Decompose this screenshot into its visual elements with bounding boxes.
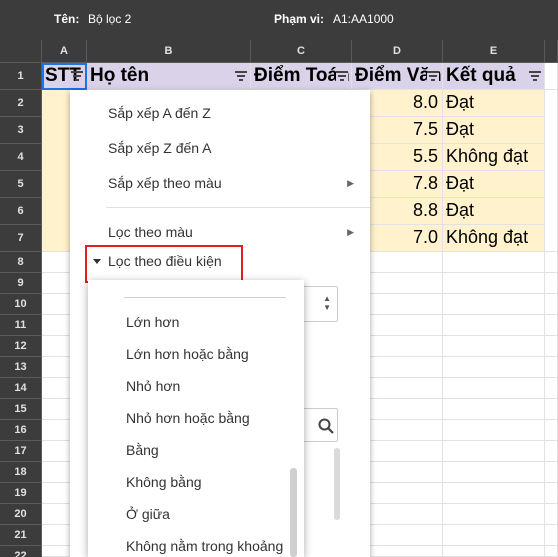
column-f-data[interactable]: [545, 90, 558, 252]
active-cell-selection: [42, 63, 87, 90]
column-header-e[interactable]: E: [443, 40, 545, 63]
filter-icon[interactable]: [427, 70, 439, 82]
row-header-1[interactable]: 1: [0, 63, 42, 90]
row-header-17[interactable]: 17: [0, 441, 42, 462]
condition-equal[interactable]: Bằng: [126, 442, 159, 458]
menu-separator: [106, 207, 370, 208]
condition-greater-equal[interactable]: Lớn hơn hoặc bằng: [126, 346, 249, 362]
row-header-6[interactable]: 6: [0, 198, 42, 225]
row-header-20[interactable]: 20: [0, 504, 42, 525]
cell-e2[interactable]: Đạt: [443, 90, 545, 117]
row-header-7[interactable]: 7: [0, 225, 42, 252]
cell-f1[interactable]: [545, 63, 558, 90]
row-header-12[interactable]: 12: [0, 336, 42, 357]
menu-sort-a-z[interactable]: Sắp xếp A đến Z: [108, 105, 211, 121]
column-header-d[interactable]: D: [352, 40, 443, 63]
filter-icon[interactable]: [336, 70, 348, 82]
scrollbar[interactable]: [334, 448, 340, 520]
row-header-18[interactable]: 18: [0, 462, 42, 483]
condition-less-equal[interactable]: Nhỏ hơn hoặc bằng: [126, 410, 250, 426]
search-icon: [318, 418, 334, 434]
header-ho-ten-text: Họ tên: [90, 65, 149, 86]
filter-icon[interactable]: [529, 70, 541, 82]
row-header-14[interactable]: 14: [0, 378, 42, 399]
row-header-16[interactable]: 16: [0, 420, 42, 441]
cell-e7[interactable]: Không đạt: [443, 225, 545, 252]
header-ket-qua-text: Kết quả: [446, 65, 516, 86]
select-arrows-icon: ▲▼: [323, 294, 331, 312]
cell-e5[interactable]: Đạt: [443, 171, 545, 198]
caret-down-icon: [93, 259, 101, 264]
menu-sort-z-a[interactable]: Sắp xếp Z đến A: [108, 140, 212, 156]
condition-not-between[interactable]: Không nằm trong khoảng: [126, 538, 283, 554]
row-header-13[interactable]: 13: [0, 357, 42, 378]
menu-filter-by-condition[interactable]: Lọc theo điều kiện: [108, 253, 222, 269]
cell-e6[interactable]: Đạt: [443, 198, 545, 225]
header-cell-diem-van[interactable]: Điểm Văn: [352, 63, 443, 90]
column-header-b[interactable]: B: [87, 40, 251, 63]
row-header-3[interactable]: 3: [0, 117, 42, 144]
row-header-11[interactable]: 11: [0, 315, 42, 336]
header-cell-ho-ten[interactable]: Họ tên: [87, 63, 251, 90]
row-header-15[interactable]: 15: [0, 399, 42, 420]
condition-between[interactable]: Ở giữa: [126, 506, 170, 522]
column-d-empty: [370, 252, 443, 557]
menu-sort-by-color[interactable]: Sắp xếp theo màu: [108, 175, 222, 191]
column-header-c[interactable]: C: [251, 40, 352, 63]
condition-not-equal[interactable]: Không bằng: [126, 474, 202, 490]
spreadsheet-window: Tên: Bộ lọc 2 Phạm vi: A1:AA1000 A B C D…: [0, 0, 558, 557]
condition-dropdown: Lớn hơn Lớn hơn hoặc bằng Nhỏ hơn Nhỏ hơ…: [88, 280, 304, 557]
dropdown-divider: [124, 297, 286, 298]
cell-e3[interactable]: Đạt: [443, 117, 545, 144]
filter-range-value[interactable]: A1:AA1000: [333, 12, 394, 26]
row-header-10[interactable]: 10: [0, 294, 42, 315]
chevron-right-icon: ▶: [347, 227, 354, 238]
row-header-21[interactable]: 21: [0, 525, 42, 546]
row-header-8[interactable]: 8: [0, 252, 42, 273]
header-cell-diem-toan[interactable]: Điểm Toán: [251, 63, 352, 90]
condition-greater-than[interactable]: Lớn hơn: [126, 314, 179, 330]
filter-icon[interactable]: [235, 70, 247, 82]
condition-less-than[interactable]: Nhỏ hơn: [126, 378, 180, 394]
menu-filter-by-color[interactable]: Lọc theo màu: [108, 224, 193, 240]
chevron-right-icon: ▶: [347, 178, 354, 189]
dropdown-scrollbar[interactable]: [290, 468, 297, 557]
filter-range-label: Phạm vi:: [274, 12, 324, 26]
search-input[interactable]: [300, 408, 338, 442]
filter-name-label: Tên:: [54, 12, 79, 26]
row-header-9[interactable]: 9: [0, 273, 42, 294]
filter-name-value[interactable]: Bộ lọc 2: [88, 12, 131, 26]
row-header-5[interactable]: 5: [0, 171, 42, 198]
select-all-corner[interactable]: [0, 40, 42, 63]
row-header-19[interactable]: 19: [0, 483, 42, 504]
column-header-f[interactable]: [545, 40, 558, 63]
row-header-22[interactable]: 22: [0, 546, 42, 557]
condition-select[interactable]: ▲▼: [300, 286, 338, 322]
cell-e4[interactable]: Không đạt: [443, 144, 545, 171]
header-cell-ket-qua[interactable]: Kết quả: [443, 63, 545, 90]
row-header-4[interactable]: 4: [0, 144, 42, 171]
column-e-empty: [443, 252, 545, 557]
row-header-2[interactable]: 2: [0, 90, 42, 117]
filter-bar: Tên: Bộ lọc 2 Phạm vi: A1:AA1000: [0, 0, 558, 40]
column-header-a[interactable]: A: [42, 40, 87, 63]
